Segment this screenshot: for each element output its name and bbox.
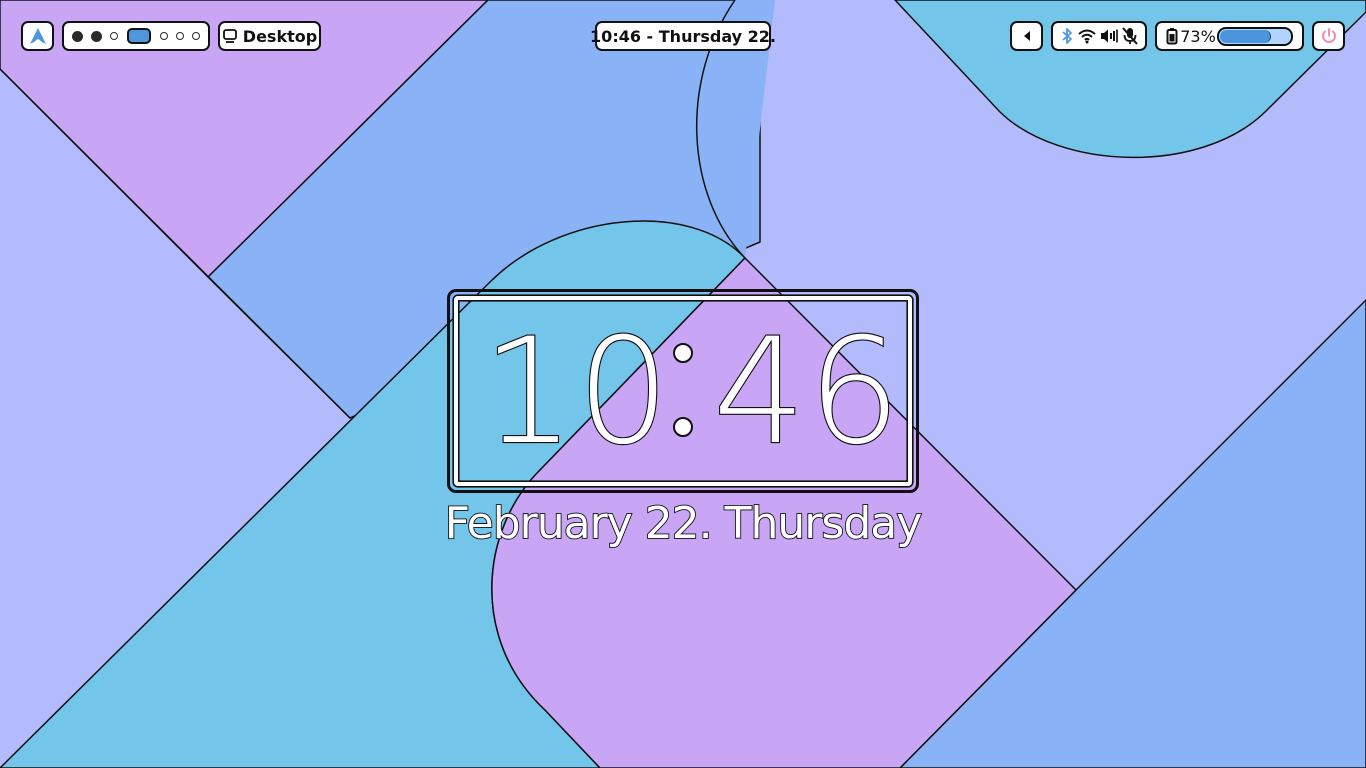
workspace-3[interactable] [110, 32, 118, 40]
workspace-6[interactable] [176, 32, 184, 40]
datetime-pill[interactable]: 10:46 - Thursday 22. [590, 21, 776, 51]
workspace-4-active[interactable] [127, 28, 151, 44]
launcher-button[interactable] [21, 21, 54, 51]
battery-level-bar [1216, 26, 1293, 46]
power-button[interactable] [1312, 21, 1345, 51]
battery-percentage: 73% [1180, 26, 1216, 46]
power-icon [1320, 27, 1338, 45]
volume-icon[interactable] [1100, 28, 1118, 44]
clock-hours: 10 [481, 307, 672, 477]
clock-date: February 22. Thursday [444, 497, 923, 550]
wifi-icon[interactable] [1078, 28, 1096, 44]
clock-colon-top [673, 343, 693, 363]
clock-minutes: 46 [712, 307, 903, 477]
system-tray[interactable] [1051, 21, 1147, 51]
workspace-5[interactable] [160, 32, 168, 40]
workspace-indicator [62, 21, 210, 51]
battery-level-fill [1219, 29, 1272, 43]
workspace-7[interactable] [192, 32, 200, 40]
workspace-2[interactable] [91, 30, 102, 42]
clock-colon [672, 343, 694, 439]
tray-toggle-button[interactable] [1010, 21, 1043, 51]
datetime-text: 10:46 - Thursday 22. [590, 26, 776, 46]
window-title-pill[interactable]: Desktop [218, 21, 321, 51]
window-title: Desktop [242, 26, 318, 46]
battery-pill[interactable]: 73% [1155, 21, 1304, 51]
monitor-icon [222, 28, 238, 44]
bluetooth-icon[interactable] [1060, 27, 1074, 45]
mic-muted-icon[interactable] [1122, 27, 1138, 45]
triangle-left-icon [1022, 30, 1032, 42]
workspace-1[interactable] [72, 30, 83, 42]
arch-logo-icon [29, 27, 47, 45]
battery-icon [1166, 27, 1178, 45]
clock-colon-bottom [673, 417, 693, 437]
